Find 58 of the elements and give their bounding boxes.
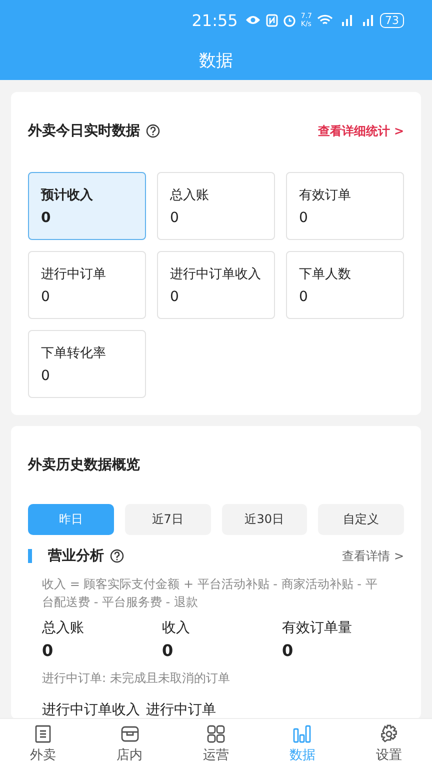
- eye-icon: [244, 14, 261, 26]
- stat-value: 0: [42, 641, 54, 660]
- metric-value: 0: [299, 210, 309, 226]
- status-time: 21:55: [192, 10, 238, 30]
- date-range-tab[interactable]: 近30日: [222, 504, 308, 535]
- metric-label: 进行中订单收入: [170, 266, 262, 283]
- metric-label: 下单人数: [299, 266, 352, 283]
- detail-stats-link[interactable]: 查看详细统计 >: [318, 122, 404, 140]
- metric-value: 0: [170, 210, 180, 226]
- metric-card[interactable]: 进行中订单收入 0: [157, 251, 275, 319]
- metric-card[interactable]: 进行中订单 0: [28, 251, 146, 319]
- bar-chart-icon: [292, 724, 312, 744]
- metric-label: 有效订单: [299, 187, 352, 204]
- metric-card[interactable]: 下单转化率 0: [28, 330, 146, 398]
- grid-icon: [206, 724, 226, 744]
- alarm-icon: [282, 14, 296, 26]
- metric-card[interactable]: 总入账 0: [157, 172, 275, 240]
- note-text: 进行中订单: 未完成且未取消的订单: [42, 670, 231, 687]
- metric-value: 0: [41, 368, 51, 384]
- nfc-icon: [266, 14, 278, 26]
- metric-value: 0: [299, 289, 309, 305]
- page-title: 数据: [199, 50, 233, 72]
- stat-label: 总入账: [42, 619, 85, 637]
- stat-label: 有效订单量: [282, 619, 353, 637]
- stat-label: 进行中订单: [146, 701, 216, 718]
- nav-tab[interactable]: 设置: [346, 719, 432, 768]
- stat-label: 收入: [162, 619, 191, 637]
- details-link[interactable]: 查看详情 >: [342, 548, 404, 564]
- battery-level: 73: [380, 12, 404, 28]
- metric-label: 预计收入: [41, 186, 94, 204]
- stat-value: 0: [282, 641, 294, 660]
- settings-icon: [378, 724, 399, 744]
- metric-value: 0: [170, 289, 180, 305]
- wifi-icon: [317, 14, 333, 26]
- help-icon[interactable]: [146, 124, 160, 138]
- card-title: 外卖今日实时数据: [28, 122, 140, 140]
- nav-tab[interactable]: 店内: [86, 719, 173, 768]
- metric-value: 0: [41, 289, 51, 305]
- nav-tab[interactable]: 运营: [172, 719, 260, 768]
- metric-label: 下单转化率: [41, 345, 107, 362]
- section-title: 营业分析: [48, 547, 104, 565]
- formula-text: 收入 = 顾客实际支付金额 + 平台活动补贴 - 商家活动补贴 - 平台配送费 - 平台服务费 - 退款: [42, 576, 378, 611]
- store-icon: [120, 724, 140, 744]
- card-title: 外卖历史数据概览: [28, 456, 140, 474]
- metric-card[interactable]: 下单人数 0: [286, 251, 404, 319]
- metric-card[interactable]: 预计收入 0: [28, 172, 146, 240]
- help-icon[interactable]: [110, 549, 124, 563]
- metric-label: 总入账: [170, 187, 210, 204]
- stat-value: 0: [162, 641, 174, 660]
- list-icon: [33, 724, 54, 744]
- date-range-tab[interactable]: 自定义: [318, 504, 404, 535]
- nav-tab[interactable]: 外卖: [0, 719, 86, 768]
- metric-card[interactable]: 有效订单 0: [286, 172, 404, 240]
- metric-value: 0: [41, 210, 52, 226]
- date-range-tab[interactable]: 近7日: [124, 504, 210, 535]
- section-marker: [28, 549, 32, 563]
- metric-label: 进行中订单: [41, 266, 107, 283]
- stat-label: 进行中订单收入: [42, 701, 140, 718]
